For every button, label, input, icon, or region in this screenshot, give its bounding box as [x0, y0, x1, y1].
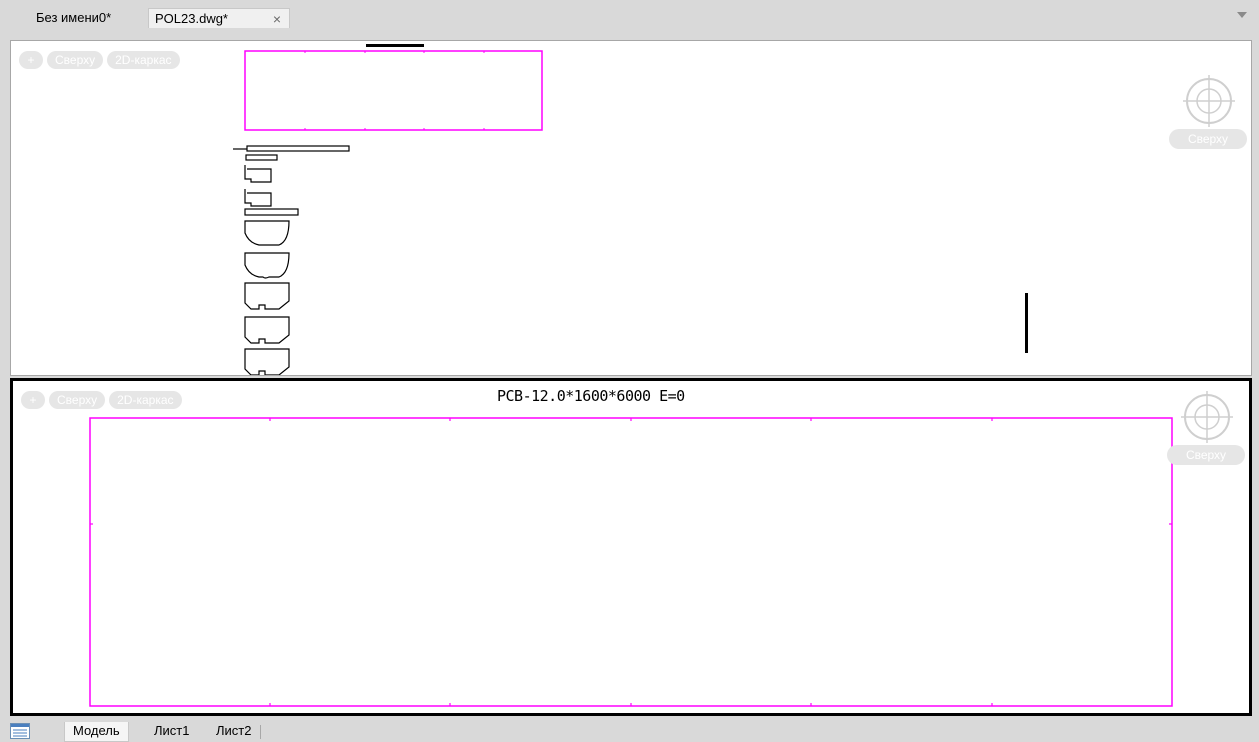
sheet-frame [89, 417, 1173, 707]
vertical-label-mark [1025, 293, 1028, 353]
parts-column [233, 145, 350, 375]
compass-icon [1181, 391, 1233, 443]
tab-label: POL23.dwg* [155, 11, 228, 26]
sheet-frame [244, 50, 543, 131]
compass-icon [1183, 75, 1235, 127]
viewport-bottom[interactable]: + Сверху 2D-каркас PCB-12.0*1600*6000 E=… [10, 378, 1252, 716]
drawing-canvas-bottom [89, 417, 1173, 707]
tab-pol23[interactable]: POL23.dwg* × [148, 8, 290, 28]
viewcube[interactable]: Сверху [1167, 387, 1245, 467]
tab-label: Без имени0* [36, 10, 112, 25]
chevron-down-icon[interactable] [1237, 12, 1247, 18]
tab-sheet1[interactable]: Лист1 [146, 722, 197, 742]
drawing-canvas-top [233, 44, 1028, 375]
sheet-tab-bar: Модель Лист1 Лист2 [0, 720, 1259, 742]
close-icon[interactable]: × [273, 9, 281, 29]
layout-list-icon[interactable] [10, 723, 30, 739]
tab-untitled[interactable]: Без имени0* [30, 8, 140, 28]
document-tab-bar: Без имени0* POL23.dwg* × [0, 0, 1259, 28]
viewport-top[interactable]: + Сверху 2D-каркас Сверху [10, 40, 1252, 376]
viewcube-label[interactable]: Сверху [1167, 445, 1245, 465]
tab-model[interactable]: Модель [64, 722, 129, 742]
viewcube-label[interactable]: Сверху [1169, 129, 1247, 149]
tab-sheet2[interactable]: Лист2 [208, 722, 262, 742]
cad-window: Без имени0* POL23.dwg* × + Сверху 2D-кар… [0, 0, 1259, 742]
tiny-caption-mark [366, 44, 424, 47]
viewcube[interactable]: Сверху [1169, 71, 1247, 151]
